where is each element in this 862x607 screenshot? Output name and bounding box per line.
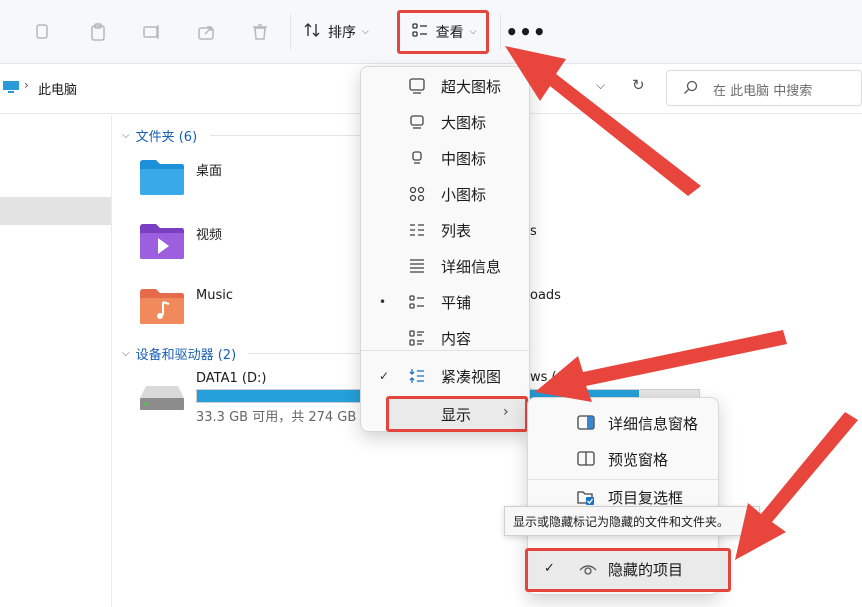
search-placeholder: 在 此电脑 中搜索: [713, 84, 813, 99]
nav-selected-item[interactable]: [0, 197, 111, 225]
drive-name[interactable]: DATA1 (D:): [196, 371, 266, 386]
menu-item-label: 详细信息窗格: [608, 415, 699, 433]
menu-item-preview-pane[interactable]: 预览窗格: [528, 441, 720, 477]
paste-icon[interactable]: [84, 18, 112, 46]
details-icon: [407, 256, 427, 276]
menu-item-label: 预览窗格: [608, 451, 669, 469]
menu-item-label: 大图标: [441, 113, 487, 132]
search-icon: [684, 80, 698, 94]
partial-drive-label: ws (C: [530, 370, 566, 385]
menu-item-label: 隐藏的项目: [608, 561, 684, 579]
menu-item-compact-view[interactable]: ✓ 紧凑视图: [361, 358, 531, 394]
partial-folder-label: s: [530, 224, 537, 239]
search-input[interactable]: 在 此电脑 中搜索: [666, 70, 862, 106]
rename-icon[interactable]: [138, 18, 166, 46]
compact-view-icon: [407, 366, 427, 386]
folder-label[interactable]: Music: [196, 288, 233, 303]
tooltip: 显示或隐藏标记为隐藏的文件和文件夹。: [504, 506, 760, 536]
menu-item-label: 项目复选框: [608, 489, 684, 507]
monitor-small-icon: [407, 148, 427, 168]
menu-item-list[interactable]: 列表: [361, 212, 531, 248]
breadcrumb-chevron-icon: ›: [24, 78, 29, 92]
menu-item-label: 小图标: [441, 185, 487, 204]
navigation-pane: [0, 115, 112, 607]
menu-item-label: 显示: [441, 406, 472, 424]
breadcrumb[interactable]: 此电脑: [38, 79, 77, 98]
group-divider: [248, 353, 360, 354]
menu-item-label: 详细信息: [441, 257, 502, 276]
folders-group-header[interactable]: ⌵ 文件夹 (6): [122, 126, 197, 145]
share-icon[interactable]: [192, 18, 220, 46]
menu-item-label: 内容: [441, 329, 472, 348]
menu-item-details-pane[interactable]: 详细信息窗格: [528, 405, 720, 441]
chevron-right-icon: ›: [503, 404, 509, 420]
folder-label[interactable]: 桌面: [196, 160, 222, 179]
sort-button[interactable]: 排序 ⌵: [302, 18, 369, 46]
menu-item-label: 紧凑视图: [441, 367, 502, 386]
check-icon: ✓: [379, 369, 390, 383]
menu-item-label: 超大图标: [441, 77, 502, 96]
annotation-arrow: [735, 412, 858, 560]
toolbar-divider: [500, 14, 501, 50]
menu-item-small-icons[interactable]: 小图标: [361, 176, 531, 212]
details-pane-icon: [576, 413, 596, 433]
devices-group-label: 设备和驱动器 (2): [135, 348, 237, 363]
view-label: 查看: [435, 25, 464, 41]
drive-space-info: 33.3 GB 可用，共 274 GB: [196, 410, 357, 425]
menu-item-tiles[interactable]: • 平铺: [361, 284, 531, 320]
preview-pane-icon: [576, 449, 596, 469]
menu-item-label: 平铺: [441, 293, 472, 312]
menu-item-extra-large-icons[interactable]: 超大图标: [361, 68, 531, 104]
toolbar-divider: [290, 14, 291, 50]
menu-item-mark: •: [379, 295, 387, 309]
view-icon: [410, 20, 430, 44]
chevron-down-icon: ⌵: [362, 27, 369, 37]
menu-item-label: 中图标: [441, 149, 487, 168]
menu-item-details[interactable]: 详细信息: [361, 248, 531, 284]
partial-folder-label: oads: [530, 288, 561, 303]
group-divider: [210, 135, 360, 136]
list-icon: [407, 220, 427, 240]
menu-divider: [361, 350, 531, 351]
music-folder-icon: [140, 289, 184, 324]
folder-label[interactable]: 视频: [196, 224, 222, 243]
delete-icon[interactable]: [246, 18, 274, 46]
copy-icon[interactable]: [28, 18, 56, 46]
menu-item-large-icons[interactable]: 大图标: [361, 104, 531, 140]
drive-icon: [140, 386, 184, 410]
command-bar: 排序 ⌵ 查看 ⌵ •••: [0, 0, 862, 64]
sort-icon: [302, 20, 322, 44]
eye-icon: [578, 561, 598, 583]
grid-icon: [407, 184, 427, 204]
devices-group-header[interactable]: ⌵ 设备和驱动器 (2): [122, 344, 236, 363]
computer-icon: [3, 81, 19, 93]
collapse-caret-icon: ⌵: [122, 348, 130, 359]
collapse-caret-icon: ⌵: [122, 130, 130, 141]
checkbox-icon: [576, 487, 596, 507]
tiles-icon: [407, 292, 427, 312]
monitor-large-icon: [407, 76, 427, 96]
monitor-medium-icon: [407, 112, 427, 132]
more-options-button[interactable]: •••: [505, 18, 545, 46]
chevron-down-icon: ⌵: [469, 27, 477, 37]
view-button[interactable]: 查看 ⌵: [397, 10, 489, 54]
view-menu: 超大图标 大图标 中图标 小图标 列表 详细信息 • 平铺 内容 ✓ 紧凑视图: [360, 66, 531, 432]
menu-item-medium-icons[interactable]: 中图标: [361, 140, 531, 176]
refresh-icon[interactable]: ↻: [632, 76, 645, 94]
content-icon: [407, 328, 427, 348]
menu-item-show[interactable]: 显示 ›: [386, 396, 528, 432]
desktop-folder-icon: [140, 160, 184, 195]
videos-folder-icon: [140, 224, 184, 259]
check-icon: ✓: [544, 561, 555, 576]
address-dropdown-icon[interactable]: ⌵: [596, 78, 605, 93]
menu-item-hidden-items[interactable]: ✓ 隐藏的项目: [525, 548, 731, 592]
sort-label: 排序: [328, 25, 356, 41]
folders-group-label: 文件夹 (6): [135, 130, 198, 145]
menu-item-label: 列表: [441, 221, 472, 240]
